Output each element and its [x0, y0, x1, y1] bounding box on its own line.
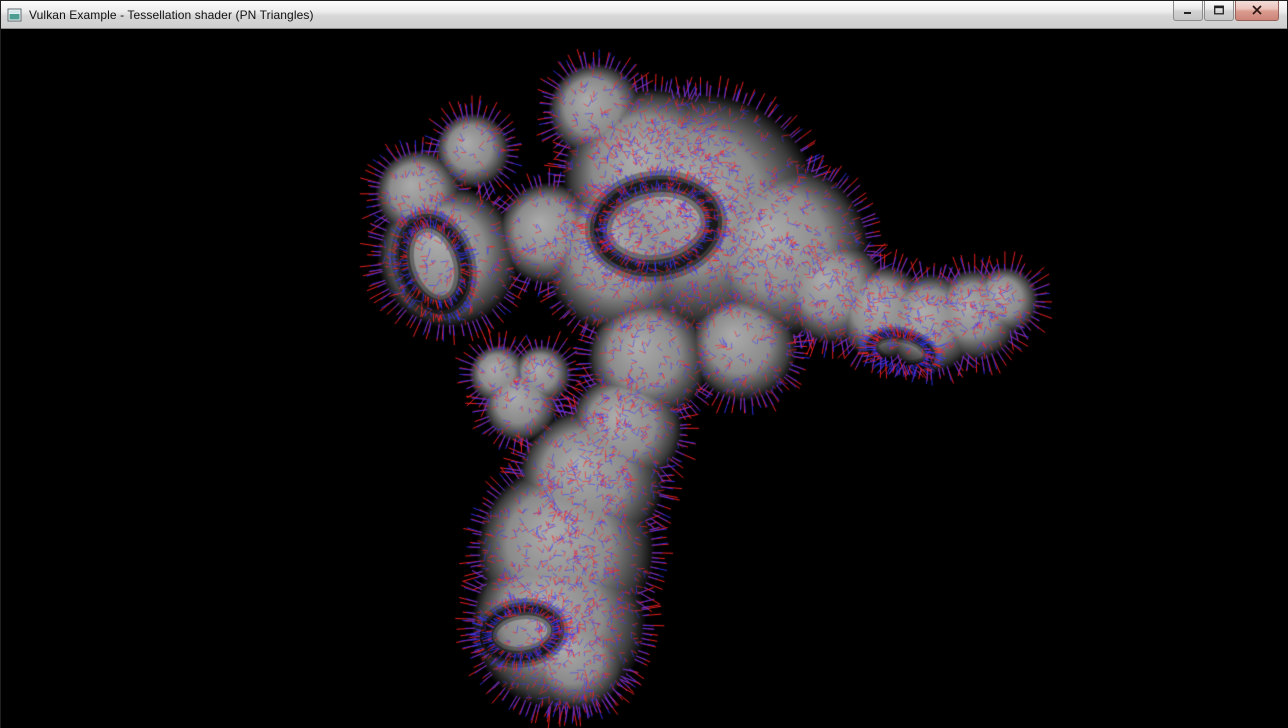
viewport[interactable]	[1, 29, 1287, 728]
window-controls	[1173, 1, 1279, 21]
titlebar[interactable]: Vulkan Example - Tessellation shader (PN…	[1, 1, 1287, 29]
vulkan-app-icon	[7, 7, 23, 23]
window-title: Vulkan Example - Tessellation shader (PN…	[29, 8, 314, 22]
minimize-button[interactable]	[1173, 1, 1203, 21]
maximize-button[interactable]	[1204, 1, 1234, 21]
close-icon	[1251, 3, 1263, 18]
minimize-icon	[1182, 3, 1194, 18]
maximize-icon	[1213, 3, 1225, 18]
close-button[interactable]	[1235, 1, 1279, 21]
app-window: Vulkan Example - Tessellation shader (PN…	[0, 0, 1288, 728]
render-canvas[interactable]	[1, 29, 1288, 728]
